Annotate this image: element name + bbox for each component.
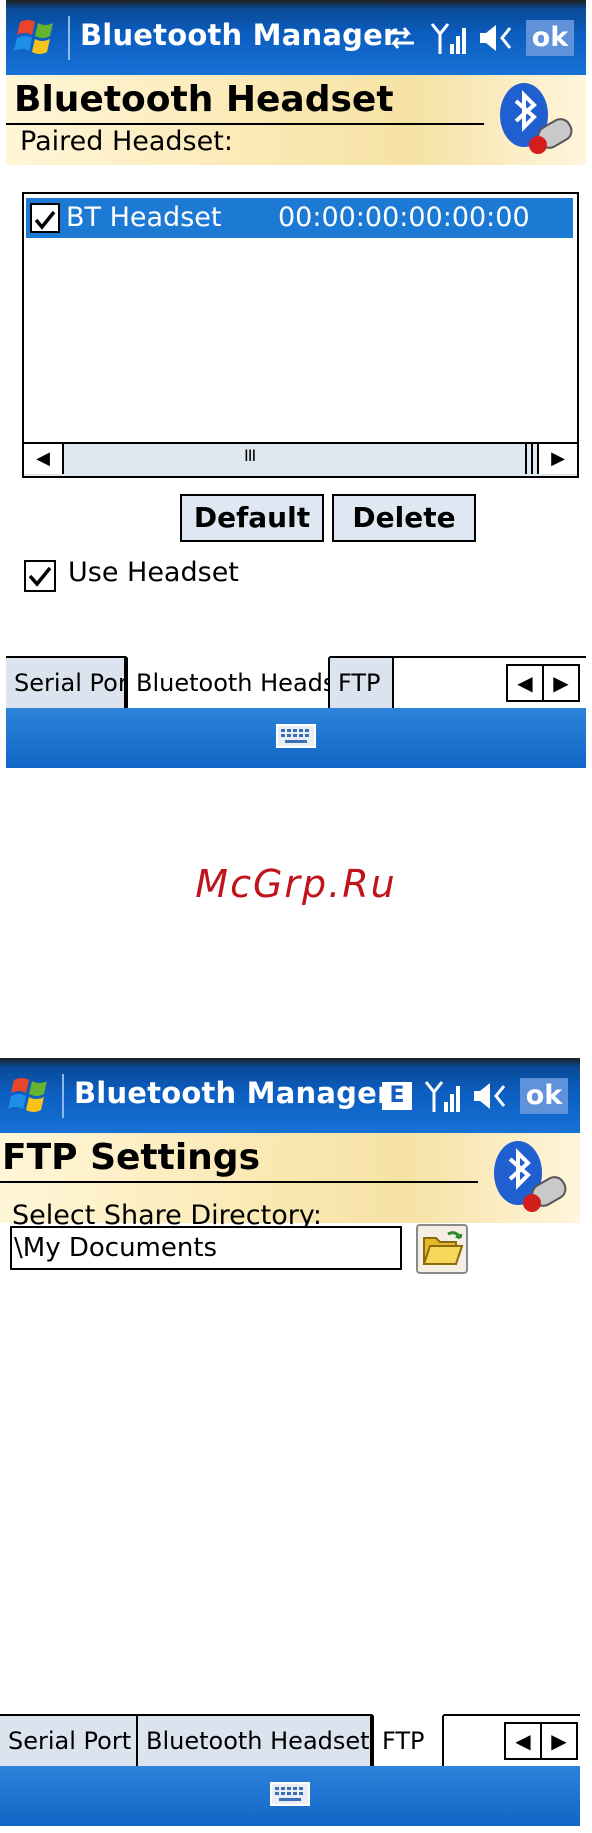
tab-scroll-right-icon[interactable]: ▶ <box>544 666 578 700</box>
scroll-right-button[interactable]: ▶ <box>537 444 577 474</box>
scroll-left-button[interactable]: ◀ <box>24 444 64 474</box>
title-separator <box>62 1074 64 1118</box>
page-title: Bluetooth Headset <box>14 79 394 120</box>
checkmark-icon <box>28 566 52 587</box>
soft-key-bar <box>6 708 586 768</box>
status-icons: E ok <box>382 1074 568 1118</box>
tab-serial-port[interactable]: Serial Port <box>6 658 137 708</box>
watermark-text: McGrp.Ru <box>195 862 397 906</box>
tab-serial-port[interactable]: Serial Port <box>0 1716 138 1766</box>
tab-scroll-arrows: ◀ ▶ <box>506 664 580 702</box>
delete-button[interactable]: Delete <box>332 494 476 542</box>
scroll-thumb[interactable]: III <box>244 446 256 465</box>
signal-strength-icon[interactable] <box>424 1078 460 1114</box>
tab-bar: Serial Port Bluetooth Headset FTP ◀ ▶ <box>6 656 586 708</box>
checkmark-icon <box>34 210 56 230</box>
status-icons: ok <box>384 16 574 60</box>
tab-ftp[interactable]: FTP <box>330 658 394 708</box>
keyboard-icon[interactable] <box>276 722 316 750</box>
use-headset-label: Use Headset <box>68 557 239 588</box>
signal-strength-icon[interactable] <box>430 20 466 56</box>
tab-scroll-left-icon[interactable]: ◀ <box>508 666 544 700</box>
share-directory-input[interactable]: \My Documents <box>10 1226 402 1270</box>
row-checkbox[interactable] <box>30 203 60 233</box>
bluetooth-headset-icon <box>494 1141 567 1212</box>
scroll-track-edge <box>525 444 533 474</box>
use-headset-checkbox[interactable] <box>24 560 56 592</box>
windows-flag-icon[interactable] <box>14 14 60 60</box>
edge-status-badge[interactable]: E <box>382 1082 412 1110</box>
bluetooth-headset-icon <box>500 83 573 154</box>
app-title: Bluetooth Manager <box>80 18 398 52</box>
default-button[interactable]: Default <box>180 494 324 542</box>
tab-bluetooth-headset[interactable]: Bluetooth Headset <box>126 656 360 708</box>
soft-key-bar <box>0 1766 580 1826</box>
title-bar: Bluetooth Manager E ok <box>0 1058 580 1133</box>
tab-bar: Serial Port Bluetooth Headset FTP ◀ ▶ <box>0 1714 580 1766</box>
speaker-icon[interactable] <box>472 1080 508 1112</box>
device-address: 00:00:00:00:00:00 <box>278 202 530 233</box>
ok-button[interactable]: ok <box>520 1078 568 1114</box>
ftp-settings-screen: Bluetooth Manager E ok FTP Settings Sele… <box>0 1058 580 1833</box>
bluetooth-headset-screen: Bluetooth Manager ok Bluetooth Headset P… <box>6 0 586 775</box>
tab-bluetooth-headset[interactable]: Bluetooth Headset <box>138 1716 372 1766</box>
keyboard-icon[interactable] <box>270 1780 310 1808</box>
device-name: BT Headset <box>66 202 222 233</box>
paired-headset-list[interactable]: BT Headset 00:00:00:00:00:00 ◀ III ▶ <box>22 192 579 478</box>
browse-folder-button[interactable] <box>416 1224 468 1274</box>
title-separator <box>68 16 70 60</box>
page-title: FTP Settings <box>2 1137 260 1178</box>
header-divider <box>6 123 484 125</box>
tab-scroll-arrows: ◀ ▶ <box>504 1722 578 1760</box>
open-folder-icon <box>422 1231 464 1265</box>
windows-flag-icon[interactable] <box>8 1072 54 1118</box>
tab-ftp[interactable]: FTP <box>372 1714 444 1766</box>
sync-arrows-icon[interactable] <box>384 23 418 53</box>
tab-scroll-left-icon[interactable]: ◀ <box>506 1724 542 1758</box>
speaker-icon[interactable] <box>478 22 514 54</box>
tab-scroll-right-icon[interactable]: ▶ <box>542 1724 576 1758</box>
horizontal-scrollbar[interactable]: ◀ III ▶ <box>24 442 577 476</box>
paired-headset-label: Paired Headset: <box>20 126 233 157</box>
list-item[interactable]: BT Headset 00:00:00:00:00:00 <box>26 198 573 238</box>
title-bar: Bluetooth Manager ok <box>6 0 586 75</box>
header-divider <box>0 1181 478 1183</box>
app-title: Bluetooth Manager <box>74 1076 392 1110</box>
ok-button[interactable]: ok <box>526 20 574 56</box>
